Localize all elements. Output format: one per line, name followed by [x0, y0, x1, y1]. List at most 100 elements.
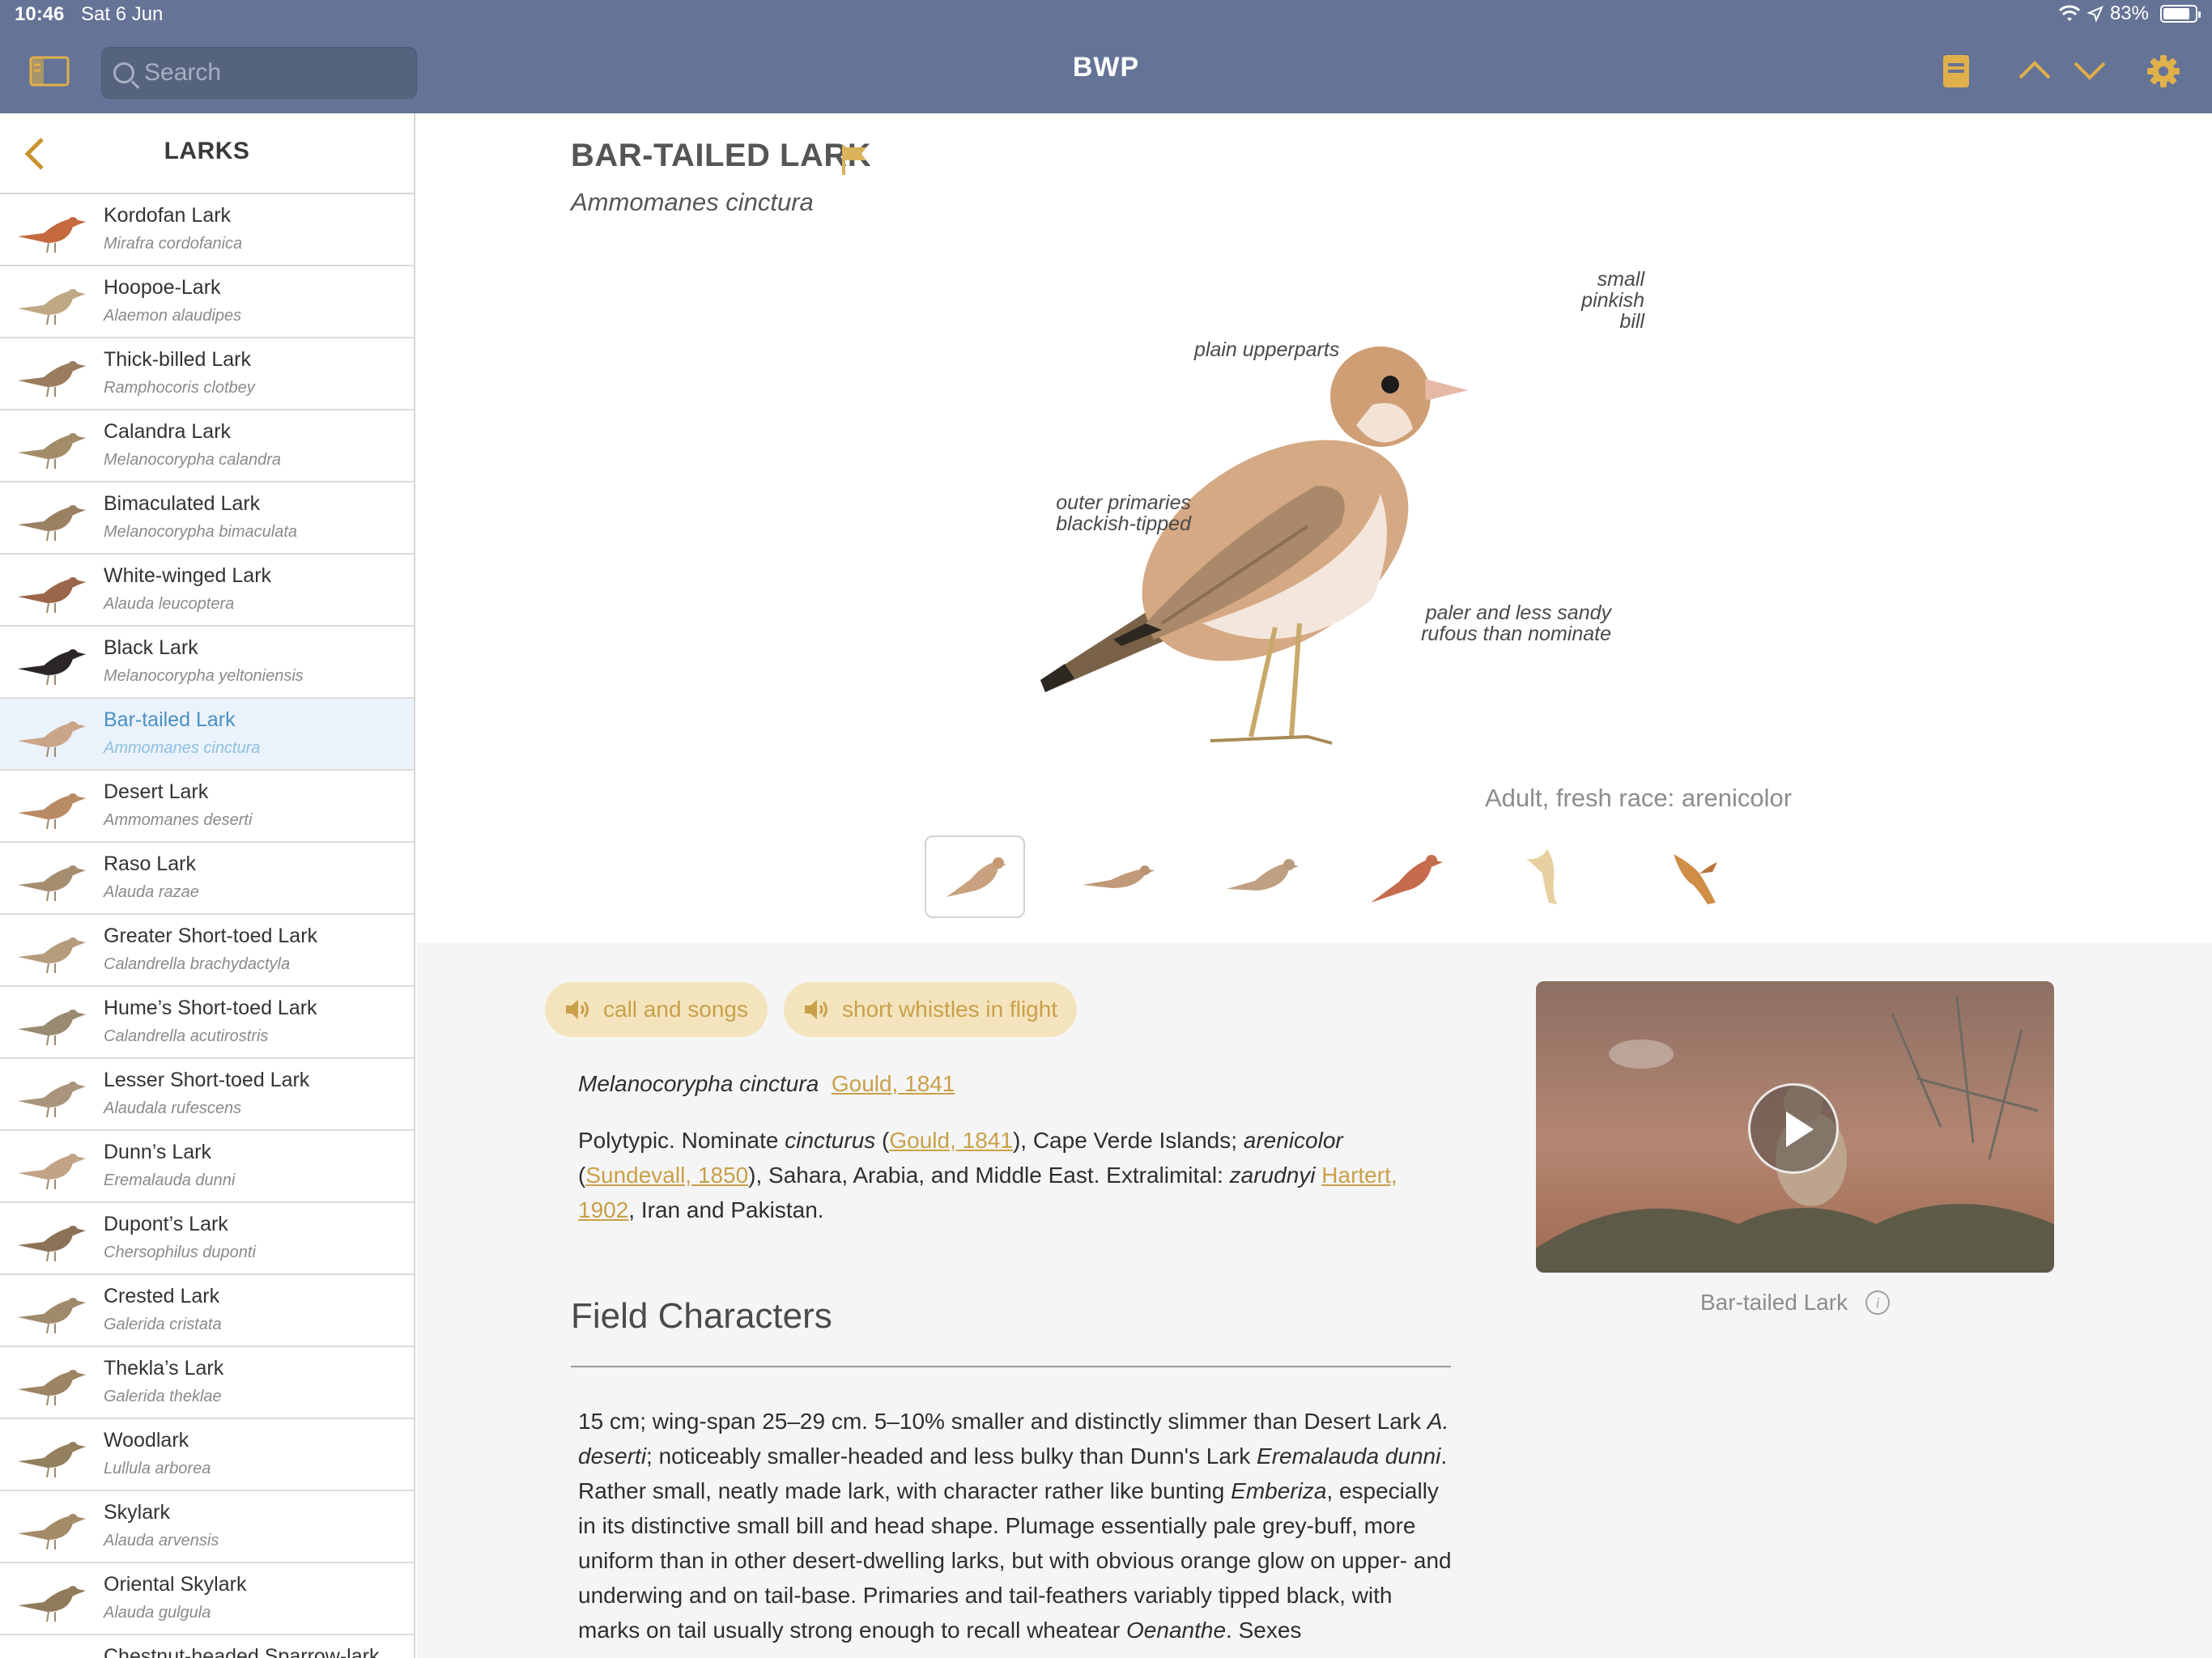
speaker-icon [805, 1000, 827, 1019]
species-list-item[interactable]: Skylark Alauda arvensis [0, 1491, 414, 1563]
plate-thumb-6[interactable] [1623, 835, 1767, 918]
next-species-button[interactable] [2072, 58, 2108, 87]
species-scientific-name: Calandrella brachydactyla [104, 955, 291, 973]
bird-thumbnail-icon [18, 217, 86, 253]
audio-short-whistles-button[interactable]: short whistles in flight [784, 982, 1078, 1037]
species-list-item[interactable]: White-winged Lark Alauda leucoptera [0, 555, 414, 627]
species-common-name: White-winged Lark [104, 564, 272, 587]
bird-thumbnail-icon [18, 433, 86, 470]
species-list-item[interactable]: Hume’s Short-toed Lark Calandrella acutir… [0, 987, 414, 1059]
annotation-primaries: outer primaries blackish-tipped [1056, 491, 1191, 535]
species-common-name: Greater Short-toed Lark [104, 925, 318, 947]
species-list-item[interactable]: Lesser Short-toed Lark Alaudala rufescens [0, 1059, 414, 1131]
species-list-item[interactable]: Woodlark Lullula arborea [0, 1419, 414, 1491]
species-list-item[interactable]: Thekla’s Lark Galerida theklae [0, 1347, 414, 1419]
sidebar-header: LARKS [0, 113, 414, 194]
bird-thumbnail-icon [18, 577, 86, 614]
species-list-item[interactable]: Black Lark Melanocorypha yeltoniensis [0, 627, 414, 699]
previous-species-button[interactable] [2017, 58, 2052, 87]
species-list-item[interactable]: Greater Short-toed Lark Calandrella brach… [0, 915, 414, 987]
video-player[interactable] [1536, 981, 2054, 1273]
chevron-up-icon [2018, 61, 2051, 79]
species-scientific-name: Ammomanes deserti [104, 811, 253, 829]
settings-button[interactable] [2146, 53, 2181, 93]
bird-thumbnail-icon [18, 649, 86, 686]
bird-thumbnail-icon [18, 289, 86, 325]
bird-thumbnail-icon [18, 721, 86, 758]
species-scientific-name: Ammomanes cinctura [571, 188, 814, 216]
plate-thumb-3[interactable] [1191, 835, 1335, 918]
species-list-item[interactable]: Raso Lark Alauda razae [0, 843, 414, 915]
bird-thumbnail-icon [18, 505, 86, 542]
species-scientific-name: Alauda razae [104, 883, 199, 901]
species-list-item[interactable]: Chestnut-headed Sparrow-lark [0, 1635, 414, 1658]
species-list-item[interactable]: Dunn’s Lark Eremalauda dunni [0, 1131, 414, 1203]
plate-thumb-4[interactable] [1335, 835, 1479, 918]
species-list-item[interactable]: Crested Lark Galerida cristata [0, 1275, 414, 1347]
flag-button[interactable] [840, 144, 868, 181]
species-sidebar: LARKS Kordofan Lark Mirafra cordofanica Ho… [0, 113, 415, 1658]
chevron-down-icon [2074, 62, 2106, 80]
plate-caption: Adult, fresh race: arenicolor [417, 784, 2212, 813]
section-title: Field Characters [571, 1296, 832, 1336]
bird-thumbnail-icon [18, 361, 86, 397]
species-list-item[interactable]: Kordofan Lark Mirafra cordofanica [0, 194, 414, 266]
synonym-line: Melanocorypha cinctura Gould, 1841 [578, 1066, 1453, 1101]
plate-thumbnails [903, 835, 1767, 918]
section-divider [571, 1366, 1451, 1367]
bird-thumbnail-icon [15, 1647, 89, 1658]
top-bar: BWP [0, 34, 2212, 113]
synonym-author-link[interactable]: Gould, 1841 [832, 1071, 955, 1096]
plate-thumb-1[interactable] [925, 835, 1025, 918]
bird-thumbnail-icon [18, 1010, 86, 1046]
reference-link[interactable]: Gould, 1841 [889, 1128, 1013, 1153]
info-icon[interactable]: i [1865, 1290, 1891, 1315]
bird-thumbnail-icon [18, 1226, 86, 1262]
species-scientific-name: Ramphocoris clotbey [104, 379, 255, 397]
notes-button[interactable] [1942, 53, 1971, 93]
annotation-paler: paler and less sandy rufous than nominat… [1421, 602, 1611, 645]
bird-variant-3-icon [1227, 859, 1299, 891]
species-list-item[interactable]: Desert Lark Ammomanes deserti [0, 771, 414, 843]
bird-thumbnail-icon [18, 937, 86, 974]
annotation-upperparts: plain upperparts [1194, 338, 1340, 361]
species-list-item[interactable]: Hoopoe-Lark Alaemon alaudipes [0, 266, 414, 338]
flight-from-below-icon [1526, 849, 1557, 904]
audio-label: short whistles in flight [842, 997, 1058, 1022]
species-scientific-name: Melanocorypha yeltoniensis [104, 667, 304, 685]
species-scientific-name: Mirafra cordofanica [104, 235, 243, 253]
species-common-name: Dupont’s Lark [104, 1213, 228, 1235]
species-scientific-name: Ammomanes cinctura [104, 739, 261, 757]
plate-thumb-2[interactable] [1047, 835, 1191, 918]
species-scientific-name: Alaudala rufescens [104, 1099, 242, 1117]
species-list-item[interactable]: Bar-tailed Lark Ammomanes cinctura [0, 699, 414, 771]
species-common-name: Chestnut-headed Sparrow-lark [104, 1645, 380, 1658]
bird-thumbnail-icon [18, 865, 86, 902]
species-title: BAR-TAILED LARK [571, 138, 872, 173]
species-common-name: Skylark [104, 1501, 170, 1524]
species-common-name: Hoopoe-Lark [104, 276, 221, 299]
species-common-name: Desert Lark [104, 780, 209, 803]
bird-thumbnail-icon [18, 1442, 86, 1478]
reference-link[interactable]: Sundevall, 1850 [585, 1163, 748, 1188]
bird-thumbnail-icon [18, 793, 86, 830]
species-list-item[interactable]: Oriental Skylark Alauda gulgula [0, 1563, 414, 1635]
species-list-item[interactable]: Dupont’s Lark Chersophilus duponti [0, 1203, 414, 1275]
species-list-item[interactable]: Thick-billed Lark Ramphocoris clotbey [0, 338, 414, 410]
synonym-name: Melanocorypha cinctura [578, 1071, 819, 1096]
species-common-name: Calandra Lark [104, 420, 232, 443]
subspecies-paragraph: Polytypic. Nominate cincturus (Gould, 18… [578, 1128, 1397, 1222]
audio-label: call and songs [603, 997, 749, 1022]
plate-thumb-5[interactable] [1479, 835, 1623, 918]
species-list-item[interactable]: Bimaculated Lark Melanocorypha bimaculata [0, 483, 414, 555]
audio-call-and-songs-button[interactable]: call and songs [545, 982, 768, 1037]
species-scientific-name: Alauda arvensis [104, 1532, 219, 1550]
flight-from-above-icon [1674, 854, 1717, 904]
video-caption: Bar-tailed Lark i [1700, 1290, 1891, 1316]
play-button[interactable] [1748, 1083, 1839, 1174]
species-common-name: Hume’s Short-toed Lark [104, 997, 317, 1019]
video-caption-text: Bar-tailed Lark [1700, 1290, 1848, 1315]
species-common-name: Thekla’s Lark [104, 1357, 224, 1380]
species-list-item[interactable]: Calandra Lark Melanocorypha calandra [0, 410, 414, 483]
bird-thumbnail-icon [18, 1082, 86, 1118]
